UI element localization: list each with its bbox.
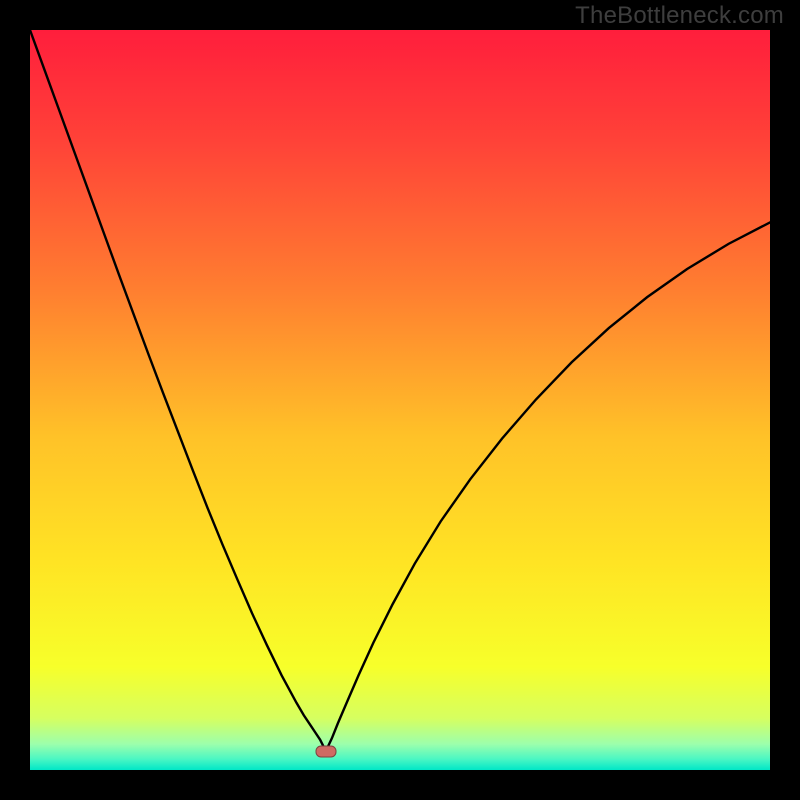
watermark-text: TheBottleneck.com: [575, 2, 784, 30]
bottleneck-chart: [30, 30, 770, 770]
chart-background: [30, 30, 770, 770]
chart-container: [30, 30, 770, 770]
app-frame: TheBottleneck.com: [0, 0, 800, 800]
optimum-marker: [316, 746, 336, 757]
